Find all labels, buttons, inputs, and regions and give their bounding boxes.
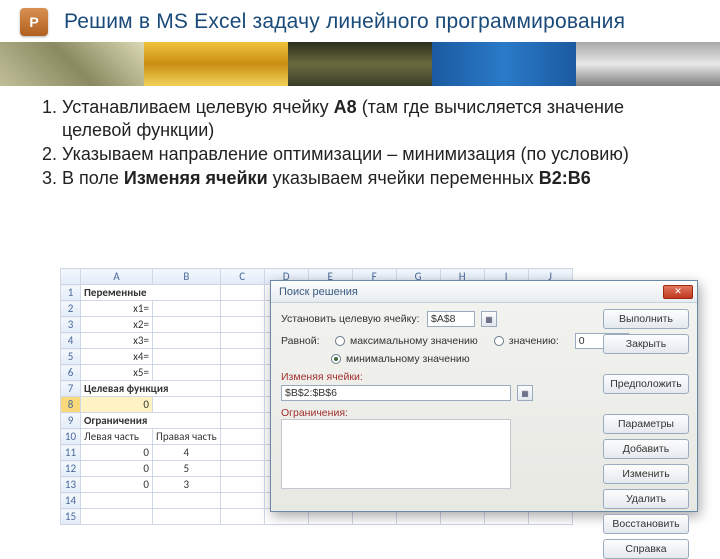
constraints-listbox[interactable] xyxy=(281,419,511,489)
ref-picker-icon[interactable]: ▦ xyxy=(481,311,497,327)
solver-dialog: Поиск решения ✕ Установить целевую ячейк… xyxy=(270,280,698,512)
row-header[interactable]: 8 xyxy=(61,397,81,413)
cell[interactable] xyxy=(81,493,153,509)
cell[interactable]: Правая часть xyxy=(153,429,221,445)
row-header[interactable]: 15 xyxy=(61,509,81,525)
radio-min[interactable]: минимальному значению xyxy=(331,353,470,365)
run-button[interactable]: Выполнить xyxy=(603,309,689,329)
slide-logo: P xyxy=(20,8,48,36)
row-header[interactable]: 2 xyxy=(61,301,81,317)
dialog-title: Поиск решения xyxy=(279,286,358,298)
cell[interactable]: Ограничения xyxy=(81,413,221,429)
restore-button[interactable]: Восстановить xyxy=(603,514,689,534)
col-header-A[interactable]: A xyxy=(81,269,153,285)
step-1: Устанавливаем целевую ячейку A8 (там где… xyxy=(62,96,672,142)
cell[interactable]: 0 xyxy=(81,445,153,461)
cell[interactable]: Целевая функция xyxy=(81,381,221,397)
cell[interactable]: 5 xyxy=(153,461,221,477)
guess-button[interactable]: Предположить xyxy=(603,374,689,394)
row-header[interactable]: 10 xyxy=(61,429,81,445)
row-header[interactable]: 5 xyxy=(61,349,81,365)
instruction-list: Устанавливаем целевую ячейку A8 (там где… xyxy=(24,96,672,190)
page-title: Решим в MS Excel задачу линейного програ… xyxy=(64,10,625,34)
cell[interactable]: 0 xyxy=(81,477,153,493)
equal-label: Равной: xyxy=(281,335,329,347)
add-button[interactable]: Добавить xyxy=(603,439,689,459)
cell-target[interactable]: 0 xyxy=(81,397,153,413)
close-icon[interactable]: ✕ xyxy=(663,285,693,299)
row-header[interactable]: 14 xyxy=(61,493,81,509)
close-button[interactable]: Закрыть xyxy=(603,334,689,354)
radio-value[interactable]: значению: xyxy=(494,335,559,347)
cell[interactable]: 0 xyxy=(81,461,153,477)
col-header-B[interactable]: B xyxy=(153,269,221,285)
cell[interactable]: x5= xyxy=(81,365,153,381)
corner-cell[interactable] xyxy=(61,269,81,285)
col-header-C[interactable]: C xyxy=(220,269,264,285)
row-header[interactable]: 7 xyxy=(61,381,81,397)
row-header[interactable]: 12 xyxy=(61,461,81,477)
row-header[interactable]: 1 xyxy=(61,285,81,301)
cell[interactable]: Переменные xyxy=(81,285,221,301)
edit-button[interactable]: Изменить xyxy=(603,464,689,484)
cell[interactable]: 4 xyxy=(153,445,221,461)
row-header[interactable]: 13 xyxy=(61,477,81,493)
row-header[interactable]: 9 xyxy=(61,413,81,429)
help-button[interactable]: Справка xyxy=(603,539,689,559)
radio-max[interactable]: максимальному значению xyxy=(335,335,478,347)
ref-picker-icon[interactable]: ▦ xyxy=(517,385,533,401)
changing-cells-input[interactable]: $B$2:$B$6 xyxy=(281,385,511,401)
cell[interactable]: x1= xyxy=(81,301,153,317)
row-header[interactable]: 3 xyxy=(61,317,81,333)
row-header[interactable]: 4 xyxy=(61,333,81,349)
target-cell-label: Установить целевую ячейку: xyxy=(281,313,421,325)
step-3: В поле Изменяя ячейки указываем ячейки п… xyxy=(62,167,672,190)
decorative-banner xyxy=(0,42,720,86)
step-2: Указываем направление оптимизации – мини… xyxy=(62,143,672,166)
row-header[interactable]: 11 xyxy=(61,445,81,461)
delete-button[interactable]: Удалить xyxy=(603,489,689,509)
cell[interactable]: x3= xyxy=(81,333,153,349)
cell[interactable] xyxy=(81,509,153,525)
cell[interactable]: x2= xyxy=(81,317,153,333)
excel-screenshot: A B C D E F G H I J 1Переменные 2x1= 3x2… xyxy=(60,268,700,526)
cell[interactable]: x4= xyxy=(81,349,153,365)
row-header[interactable]: 6 xyxy=(61,365,81,381)
cell[interactable]: 3 xyxy=(153,477,221,493)
params-button[interactable]: Параметры xyxy=(603,414,689,434)
target-cell-input[interactable]: $A$8 xyxy=(427,311,475,327)
cell[interactable]: Левая часть xyxy=(81,429,153,445)
